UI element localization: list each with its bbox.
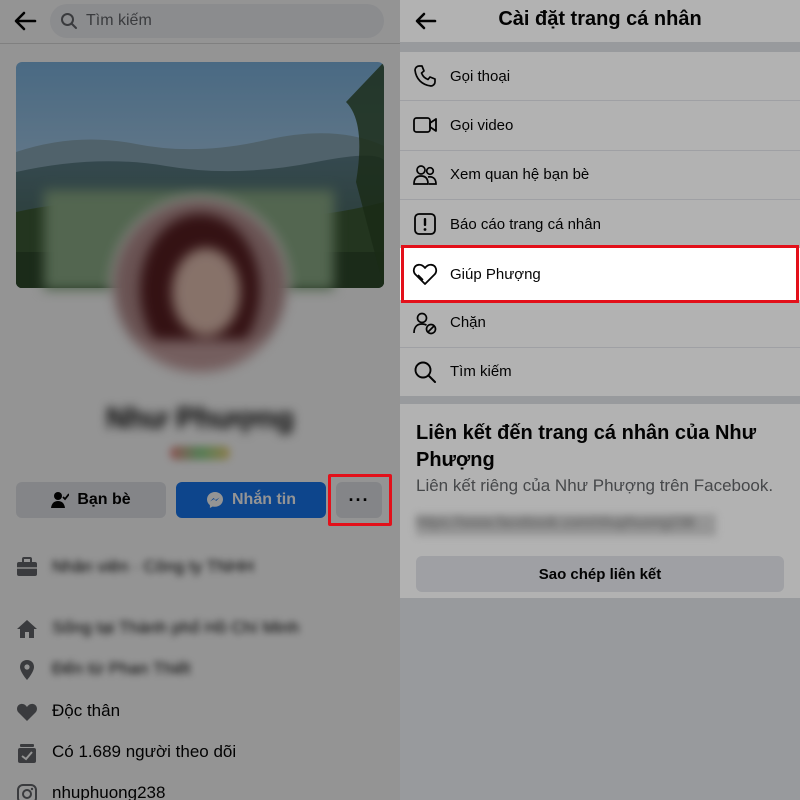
info-relationship-text: Độc thân (52, 701, 121, 720)
briefcase-icon (17, 557, 37, 576)
page-title: Cài đặt trang cá nhân (498, 8, 702, 30)
message-button[interactable]: Nhắn tin (176, 482, 326, 518)
settings-menu: Gọi thoại Gọi video Xem quan hệ bạn bè B… (400, 52, 800, 398)
link-section-title: Liên kết đến trang cá nhân của Như Phượn… (416, 422, 757, 471)
menu-item-label: Tìm kiếm (450, 363, 512, 381)
menu-item-label: Báo cáo trang cá nhân (450, 215, 601, 233)
top-bar: Tìm kiếm (0, 0, 400, 44)
copy-link-button[interactable]: Sao chép liên kết (416, 556, 784, 592)
friends-button[interactable]: Bạn bè (16, 482, 166, 518)
menu-item-search[interactable]: Tìm kiếm (400, 348, 800, 398)
highlight-frame-support (401, 245, 799, 303)
info-home-text: Sống tại Thành phố Hồ Chí Minh (52, 618, 300, 637)
avatar[interactable] (110, 196, 290, 376)
search-icon (414, 361, 436, 383)
home-icon (17, 620, 37, 638)
menu-item-friendship[interactable]: Xem quan hệ bạn bè (400, 151, 800, 200)
friendship-icon (413, 164, 437, 185)
messenger-icon (207, 492, 223, 508)
profile-name: Như Phượng (105, 402, 295, 435)
settings-header: Cài đặt trang cá nhân (400, 0, 800, 42)
info-home: Sống tại Thành phố Hồ Chí Minh (16, 618, 386, 640)
menu-item-label: Chặn (450, 314, 486, 332)
empty-area (400, 598, 800, 800)
menu-item-label: Gọi video (450, 116, 514, 134)
profile-link-url-text: https://www.facebook.com/nhuphuong238 (416, 514, 695, 531)
menu-item-label: Gọi thoại (450, 67, 511, 85)
friends-button-label: Bạn bè (77, 491, 131, 508)
menu-item-label: Xem quan hệ bạn bè (450, 166, 590, 184)
name-badge-line (170, 446, 230, 460)
info-location: Đến từ Phan Thiết (16, 659, 386, 681)
block-user-icon (413, 312, 437, 334)
menu-item-voice-call[interactable]: Gọi thoại (400, 52, 800, 102)
profile-panel: Tìm kiếm Như Phượng Bạn bè Nhắn tin ··· … (0, 0, 400, 800)
info-work: Nhân viên · Công ty TNHH (16, 556, 386, 578)
heart-icon (16, 703, 38, 721)
info-work-text: Nhân viên · Công ty TNHH (52, 557, 254, 576)
menu-item-report[interactable]: Báo cáo trang cá nhân (400, 200, 800, 250)
back-arrow-icon[interactable] (10, 6, 40, 36)
link-section-subtitle: Liên kết riêng của Như Phượng trên Faceb… (416, 476, 774, 495)
info-relationship: Độc thân (16, 701, 386, 723)
info-location-text: Đến từ Phan Thiết (52, 659, 191, 678)
menu-item-block[interactable]: Chặn (400, 298, 800, 348)
followers-icon (18, 744, 36, 763)
message-button-label: Nhắn tin (232, 491, 296, 508)
video-icon (413, 117, 437, 134)
profile-settings-panel: Cài đặt trang cá nhân Gọi thoại Gọi vide… (400, 0, 800, 800)
info-instagram-text: nhuphuong238 (52, 783, 166, 800)
location-icon (20, 660, 34, 680)
search-placeholder: Tìm kiếm (86, 12, 152, 29)
profile-link-section: Liên kết đến trang cá nhân của Như Phượn… (400, 404, 800, 594)
info-followers: Có 1.689 người theo dõi (16, 742, 386, 764)
friend-check-icon (51, 492, 70, 508)
info-instagram[interactable]: nhuphuong238 (16, 783, 386, 800)
profile-link-url: https://www.facebook.com/nhuphuong238 (416, 514, 716, 536)
phone-icon (414, 65, 436, 87)
divider (400, 396, 800, 404)
report-icon (414, 213, 436, 235)
search-input[interactable]: Tìm kiếm (50, 4, 384, 38)
highlight-frame-more (328, 474, 392, 526)
info-followers-text: Có 1.689 người theo dõi (52, 742, 237, 761)
divider (400, 42, 800, 52)
menu-item-video-call[interactable]: Gọi video (400, 101, 800, 151)
instagram-icon (17, 784, 37, 800)
search-icon (61, 13, 77, 29)
